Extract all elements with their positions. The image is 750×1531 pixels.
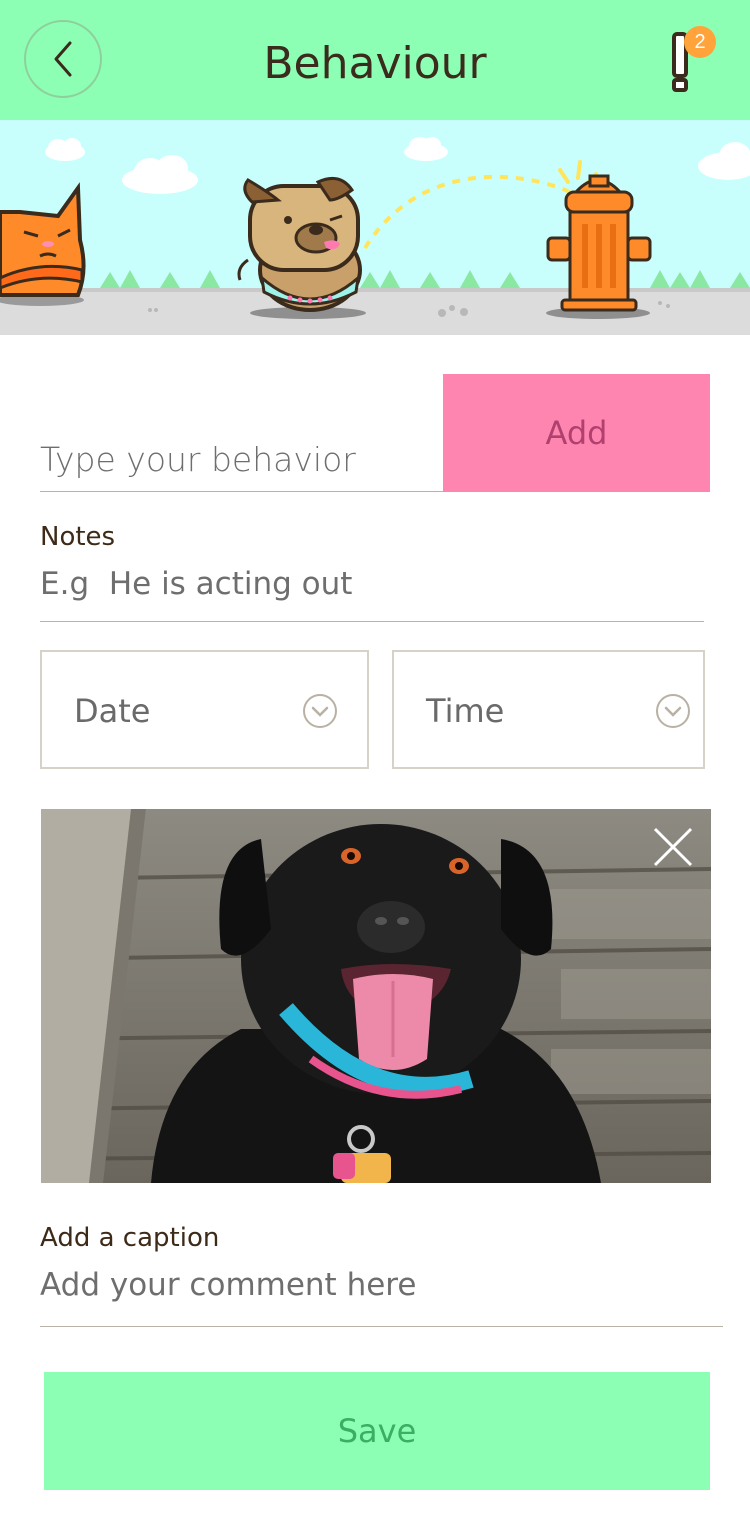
cat-illustration <box>0 182 86 306</box>
notification-badge: 2 <box>684 26 716 58</box>
app-header: Behaviour 2 <box>0 0 750 120</box>
notes-label: Notes <box>40 522 116 552</box>
close-icon <box>653 827 693 867</box>
dog-photo-image <box>41 809 711 1183</box>
behavior-input[interactable] <box>40 374 443 492</box>
page-title: Behaviour <box>263 38 487 89</box>
caption-label: Add a caption <box>40 1223 220 1253</box>
time-select[interactable]: Time <box>392 650 705 769</box>
dog-photo <box>41 809 711 1183</box>
chevron-down-icon <box>656 694 690 728</box>
illustration-banner <box>0 120 750 335</box>
banner-scene <box>0 137 750 335</box>
chevron-down-icon <box>303 694 337 728</box>
time-select-label: Time <box>426 692 505 730</box>
add-button[interactable]: Add <box>443 374 710 492</box>
remove-photo-button[interactable] <box>653 827 693 867</box>
date-select[interactable]: Date <box>40 650 369 769</box>
save-button[interactable]: Save <box>44 1372 710 1490</box>
date-select-label: Date <box>74 692 151 730</box>
notes-input[interactable] <box>40 562 704 622</box>
caption-input[interactable] <box>40 1262 723 1327</box>
